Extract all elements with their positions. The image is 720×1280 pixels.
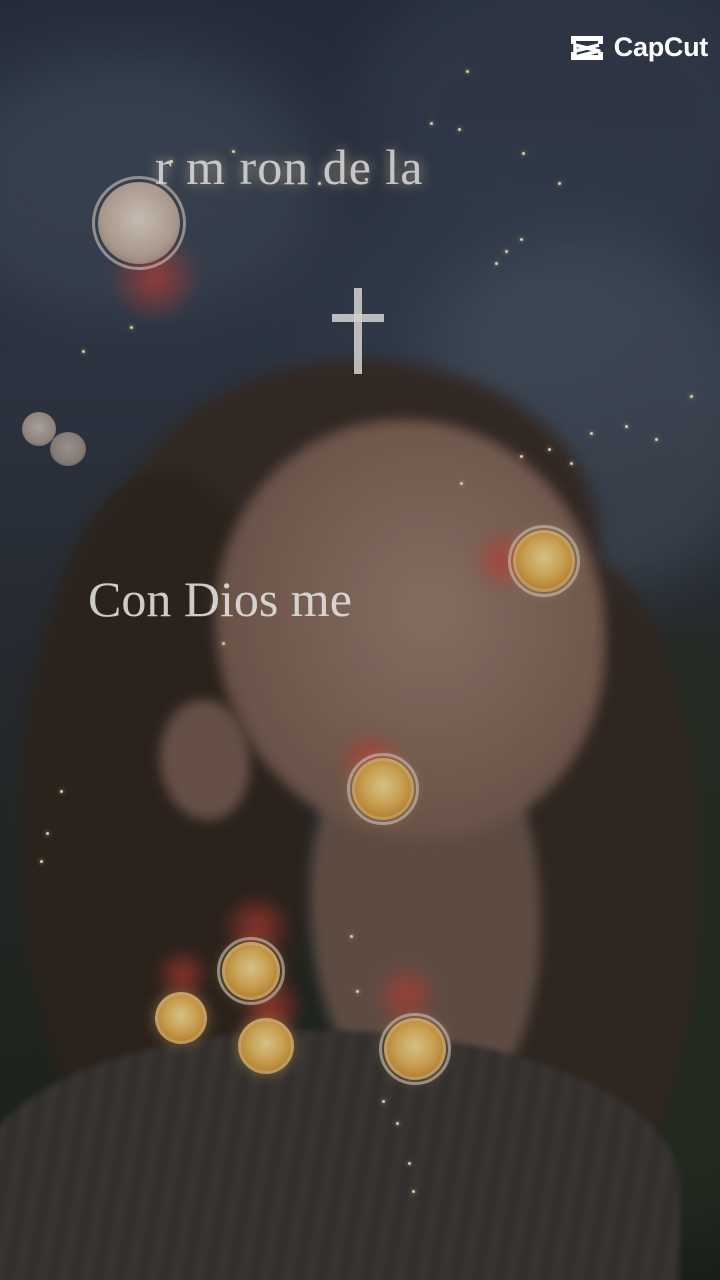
bokeh-circle: [238, 1018, 294, 1074]
sparkle: [130, 326, 133, 329]
bokeh-circle: [155, 992, 207, 1044]
sparkle: [505, 250, 508, 253]
sparkle: [570, 462, 573, 465]
sparkle: [350, 935, 353, 938]
sparkle: [356, 990, 359, 993]
overlay-title-top: r m ron de la: [155, 139, 424, 195]
ear: [160, 700, 250, 820]
sparkle: [495, 262, 498, 265]
sparkle: [412, 1190, 415, 1193]
bokeh-ring: [347, 753, 419, 825]
sparkle: [520, 455, 523, 458]
sparkle: [520, 238, 523, 241]
sparkle: [82, 350, 85, 353]
sparkle: [466, 70, 469, 73]
capcut-watermark: CapCut: [568, 32, 708, 63]
sparkle: [46, 832, 49, 835]
sparkle: [396, 1122, 399, 1125]
sparkle: [522, 152, 525, 155]
sparkle: [590, 432, 593, 435]
sparkle: [40, 860, 43, 863]
sparkle: [625, 425, 628, 428]
sparkle: [222, 642, 225, 645]
sparkle: [460, 482, 463, 485]
sparkle: [60, 790, 63, 793]
bokeh-ring: [379, 1013, 451, 1085]
video-frame[interactable]: r m ron de la Con Dios me CapCut: [0, 0, 720, 1280]
sparkle: [655, 438, 658, 441]
sparkle: [690, 395, 693, 398]
cross-icon: [332, 288, 384, 374]
sparkle: [430, 122, 433, 125]
sparkle: [558, 182, 561, 185]
bokeh-circle: [50, 432, 86, 466]
sparkle: [458, 128, 461, 131]
bokeh-ring: [508, 525, 580, 597]
capcut-brand-text: CapCut: [613, 32, 709, 62]
overlay-caption: Con Dios me: [88, 571, 352, 627]
sparkle: [382, 1100, 385, 1103]
sparkle: [548, 448, 551, 451]
sparkle: [408, 1162, 411, 1165]
capcut-logo-icon: [570, 35, 603, 60]
bokeh-ring: [217, 937, 285, 1005]
